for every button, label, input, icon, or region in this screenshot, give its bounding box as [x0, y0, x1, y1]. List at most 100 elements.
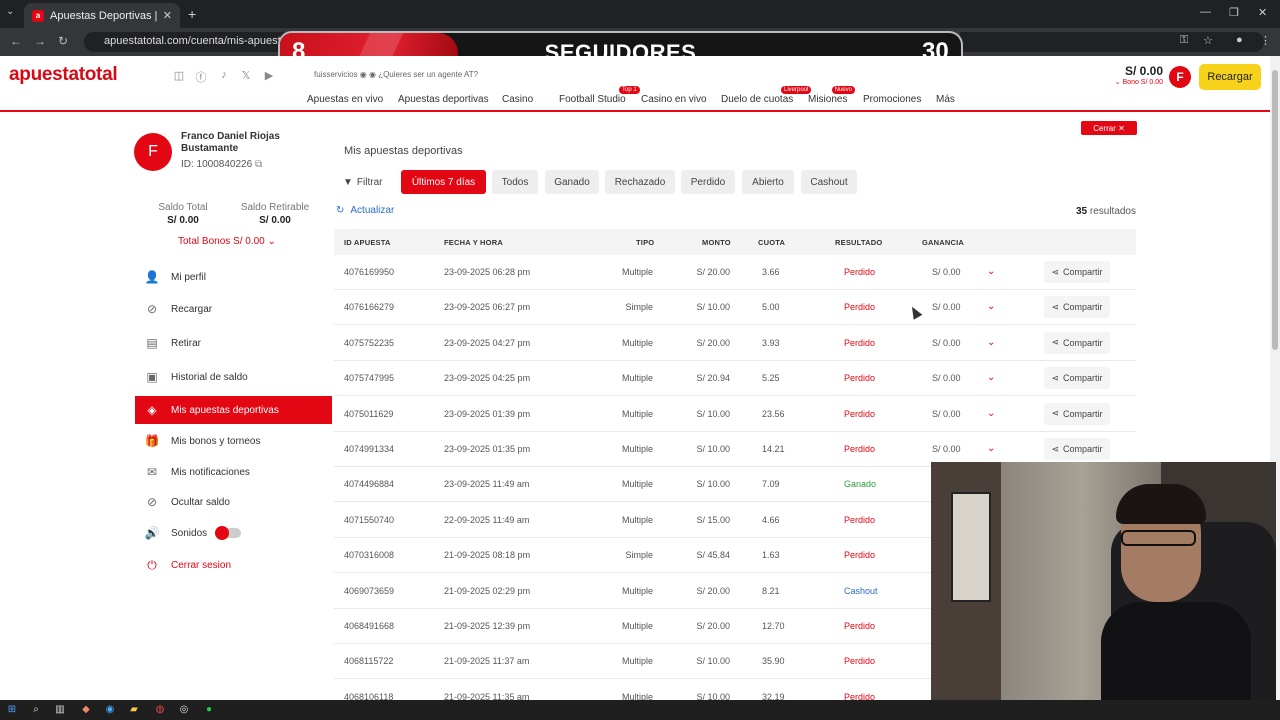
sidebar-item-0[interactable]: 👤 Mi perfil	[135, 263, 332, 291]
header-balance: S/ 0.00	[1124, 64, 1163, 78]
start-icon[interactable]: ⊞	[6, 704, 18, 716]
new-tab-icon[interactable]: +	[188, 6, 196, 22]
sidebar-item-7[interactable]: ⊘ Ocultar saldo	[135, 488, 332, 516]
nav-item-1[interactable]: Apuestas deportivas	[398, 94, 489, 105]
nav-item-6[interactable]: Misiones	[808, 94, 847, 105]
browser-tab[interactable]: a Apuestas Deportivas | Apuesta ✕	[24, 3, 180, 28]
sidebar-item-9[interactable]: ⏻ Cerrar sesion	[135, 551, 332, 579]
share-button[interactable]: ⋖ Compartir	[1044, 367, 1110, 390]
back-icon[interactable]: ←	[10, 34, 22, 48]
bet-amount: S/ 10.00	[696, 479, 730, 490]
chevron-down-icon[interactable]: ⌄	[987, 408, 995, 419]
url-field[interactable]: apuestatotal.com/cuenta/mis-apuestas-de	[84, 32, 284, 52]
share-button[interactable]: ⋖ Compartir	[1044, 438, 1110, 460]
share-button[interactable]: ⋖ Compartir	[1044, 296, 1110, 319]
share-label: Compartir	[1063, 337, 1103, 348]
bookmark-star-icon[interactable]: ☆	[1203, 34, 1213, 47]
nav-item-3[interactable]: Football Studio	[559, 94, 626, 105]
table-row[interactable]: 4076166279 23-09-2025 06:27 pm Simple S/ 10…	[334, 290, 1136, 326]
filter-chip-4[interactable]: Perdido	[681, 170, 735, 194]
app-icon-3[interactable]: ◎	[178, 704, 190, 716]
x-twitter-icon[interactable]: 𝕏	[240, 69, 252, 82]
scrollbar-thumb[interactable]	[1272, 70, 1278, 350]
table-row[interactable]: 4076169950 23-09-2025 06:28 pm Multiple S/ …	[334, 255, 1136, 290]
close-tab-icon[interactable]: ✕	[163, 9, 172, 22]
sidebar-item-1[interactable]: ⊘ Recargar	[135, 295, 332, 323]
table-row[interactable]: 4075752235 23-09-2025 04:27 pm Multiple S/ …	[334, 326, 1136, 361]
share-button[interactable]: ⋖ Compartir	[1044, 402, 1110, 425]
chevron-down-icon[interactable]: ⌄	[987, 443, 995, 454]
header-bono[interactable]: ⌄ Bono S/ 0.00	[1110, 78, 1163, 86]
forward-icon[interactable]: →	[34, 34, 46, 48]
chevron-down-icon[interactable]: ⌄	[987, 266, 995, 277]
chevron-down-icon[interactable]: ⌄	[987, 337, 995, 348]
app-icon-2[interactable]: ◉	[104, 704, 116, 716]
nav-item-0[interactable]: Apuestas en vivo	[307, 94, 383, 105]
table-row[interactable]: 4075011629 23-09-2025 01:39 pm Multiple S/ …	[334, 397, 1136, 432]
instagram-icon[interactable]: ◫	[173, 69, 185, 82]
password-key-icon[interactable]: ⚿	[1180, 34, 1188, 47]
spotify-icon[interactable]: ●	[203, 704, 215, 716]
sidebar-item-label: Mis apuestas deportivas	[171, 404, 279, 416]
search-icon[interactable]: ⌕	[30, 704, 42, 716]
nav-item-5[interactable]: Duelo de cuotas	[721, 94, 793, 105]
bet-amount: S/ 20.00	[696, 267, 730, 277]
balance-block[interactable]: S/ 0.00 ⌄ Bono S/ 0.00	[1110, 64, 1163, 86]
agent-link[interactable]: fuisservicios ◉ ◉ ¿Quieres ser un agente…	[314, 70, 478, 79]
recargar-button[interactable]: Recargar	[1199, 64, 1261, 90]
share-button[interactable]: ⋖ Compartir	[1044, 331, 1110, 354]
filter-chip-6[interactable]: Cashout	[801, 170, 857, 194]
chrome-icon[interactable]: ◍	[154, 704, 166, 716]
col-cuota: CUOTA	[758, 238, 786, 247]
sidebar-item-6[interactable]: ✉ Mis notificaciones	[135, 458, 332, 486]
file-explorer-icon[interactable]: ▰	[128, 704, 140, 716]
filter-chip-2[interactable]: Ganado	[545, 170, 599, 194]
sidebar-item-5[interactable]: 🎁 Mis bonos y torneos	[135, 427, 332, 455]
copy-icon[interactable]: ⧉	[255, 159, 262, 170]
filter-chip-5[interactable]: Abierto	[742, 170, 794, 194]
share-label: Compartir	[1063, 267, 1103, 277]
nav-item-8[interactable]: Más	[936, 94, 955, 105]
browser-menu-icon[interactable]: ⋮	[1260, 34, 1271, 47]
task-view-icon[interactable]: ▥	[54, 704, 66, 716]
nav-item-2[interactable]: Casino	[502, 94, 533, 105]
url-field-right[interactable]	[960, 32, 1264, 52]
close-window-icon[interactable]: ✕	[1258, 6, 1267, 19]
sidebar-item-8[interactable]: 🔊 Sonidos	[135, 519, 332, 547]
chevron-down-icon[interactable]: ⌄	[987, 301, 995, 312]
sidebar-item-3[interactable]: ▣ Historial de saldo	[135, 363, 332, 391]
site-logo[interactable]: apuestatotal	[9, 64, 118, 86]
webcam-person-body	[1101, 602, 1251, 700]
close-button[interactable]: Cerrar ✕	[1081, 121, 1137, 135]
facebook-icon[interactable]: ⓕ	[195, 69, 207, 84]
total-bonos[interactable]: Total Bonos S/ 0.00 ⌄	[178, 236, 276, 247]
reload-icon[interactable]: ↻	[58, 34, 68, 48]
refresh-button[interactable]: ↻ Actualizar	[336, 205, 394, 216]
bet-id: 4068491668	[344, 621, 395, 631]
webcam-person-hair	[1116, 484, 1206, 524]
youtube-icon[interactable]: ▶	[263, 69, 275, 82]
app-icon-1[interactable]: ◆	[80, 704, 92, 716]
sidebar-item-4[interactable]: ◈ Mis apuestas deportivas	[135, 396, 332, 424]
share-icon: ⋖	[1051, 337, 1060, 348]
browser-tab-bar: ⌄ a Apuestas Deportivas | Apuesta ✕ + — …	[0, 0, 1280, 28]
header-avatar[interactable]: F	[1169, 66, 1191, 88]
filter-chip-1[interactable]: Todos	[492, 170, 538, 194]
chevron-down-icon[interactable]: ⌄	[987, 372, 995, 383]
nav-item-7[interactable]: Promociones	[863, 94, 921, 105]
tab-list-icon[interactable]: ⌄	[6, 6, 14, 17]
bet-type: Multiple	[621, 408, 653, 419]
filter-button[interactable]: ▼ Filtrar	[337, 170, 388, 194]
restore-icon[interactable]: ❐	[1229, 6, 1239, 19]
sidebar-item-2[interactable]: ▤ Retirar	[135, 329, 332, 357]
tiktok-icon[interactable]: ♪	[218, 69, 230, 81]
profile-icon[interactable]: ●	[1236, 34, 1243, 46]
filter-chip-3[interactable]: Rechazado	[605, 170, 675, 194]
table-row[interactable]: 4075747995 23-09-2025 04:25 pm Multiple S/ …	[334, 361, 1136, 397]
nav-item-4[interactable]: Casino en vivo	[641, 94, 707, 105]
share-button[interactable]: ⋖ Compartir	[1044, 261, 1110, 283]
sidebar-item-label: Recargar	[171, 303, 213, 315]
minimize-icon[interactable]: —	[1200, 6, 1211, 18]
sound-toggle[interactable]	[215, 526, 242, 540]
filter-chip-0[interactable]: Últimos 7 días	[401, 170, 486, 194]
